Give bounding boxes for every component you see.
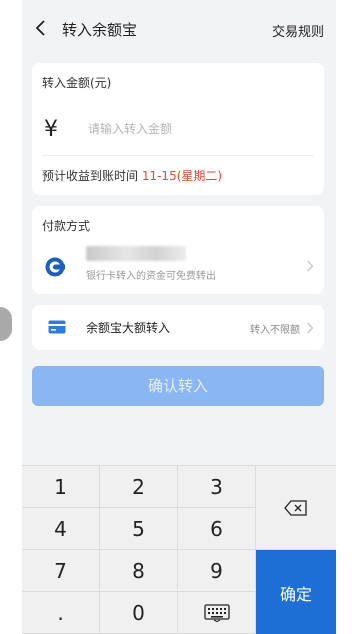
divider xyxy=(42,155,314,156)
amount-label: 转入金额(元) xyxy=(42,76,112,90)
key-7[interactable]: 7 xyxy=(22,550,100,592)
key-2[interactable]: 2 xyxy=(100,466,178,508)
backspace-button[interactable] xyxy=(256,466,336,550)
arrival-time: 预计收益到账时间 11-15(星期二) xyxy=(42,167,222,184)
key-3[interactable]: 3 xyxy=(178,466,256,508)
hide-keyboard-button[interactable] xyxy=(178,592,256,634)
key-1[interactable]: 1 xyxy=(22,466,100,508)
payment-method-label: 付款方式 xyxy=(42,219,91,233)
key-6[interactable]: 6 xyxy=(178,508,256,550)
confirm-key[interactable]: 确定 xyxy=(256,550,336,634)
backspace-icon xyxy=(284,499,307,516)
transfer-limit-text: 转入不限额 xyxy=(250,325,300,336)
amount-card: 转入金额(元) ¥ 预计收益到账时间 11-15(星期二) xyxy=(32,63,324,195)
bank-logo-icon xyxy=(45,257,65,277)
phone-screen: 转入余额宝 交易规则 转入金额(元) ¥ 预计收益到账时间 11-15(星期二)… xyxy=(22,0,336,634)
payment-method-card[interactable]: 付款方式 银行卡转入的资金可免费转出 xyxy=(32,206,324,294)
chevron-right-icon xyxy=(307,322,314,334)
bank-card-note: 银行卡转入的资金可免费转出 xyxy=(86,271,216,282)
large-transfer-row[interactable]: 余额宝大额转入 转入不限额 xyxy=(32,305,324,350)
trade-rules-link[interactable]: 交易规则 xyxy=(272,21,324,40)
arrival-date: 11-15(星期二) xyxy=(141,169,223,183)
key-9[interactable]: 9 xyxy=(178,550,256,592)
chevron-right-icon xyxy=(307,260,314,272)
numeric-keypad: 1 2 3 4 5 6 7 8 9 . 0 确定 xyxy=(22,465,336,634)
key-0[interactable]: 0 xyxy=(100,592,178,634)
back-arrow-icon[interactable] xyxy=(34,20,48,36)
key-4[interactable]: 4 xyxy=(22,508,100,550)
card-icon xyxy=(48,320,66,334)
right-margin xyxy=(336,0,364,634)
key-5[interactable]: 5 xyxy=(100,508,178,550)
arrival-time-label: 预计收益到账时间 xyxy=(42,169,142,183)
large-transfer-label: 余额宝大额转入 xyxy=(86,321,171,335)
amount-input[interactable] xyxy=(88,119,308,139)
key-dot[interactable]: . xyxy=(22,592,100,634)
currency-symbol: ¥ xyxy=(44,117,58,142)
nav-header: 转入余额宝 交易规则 xyxy=(22,0,336,56)
keyboard-icon xyxy=(203,603,230,622)
confirm-transfer-button[interactable]: 确认转入 xyxy=(32,366,324,406)
page-title: 转入余额宝 xyxy=(62,21,138,39)
bank-account-name-blurred xyxy=(86,246,186,261)
key-8[interactable]: 8 xyxy=(100,550,178,592)
